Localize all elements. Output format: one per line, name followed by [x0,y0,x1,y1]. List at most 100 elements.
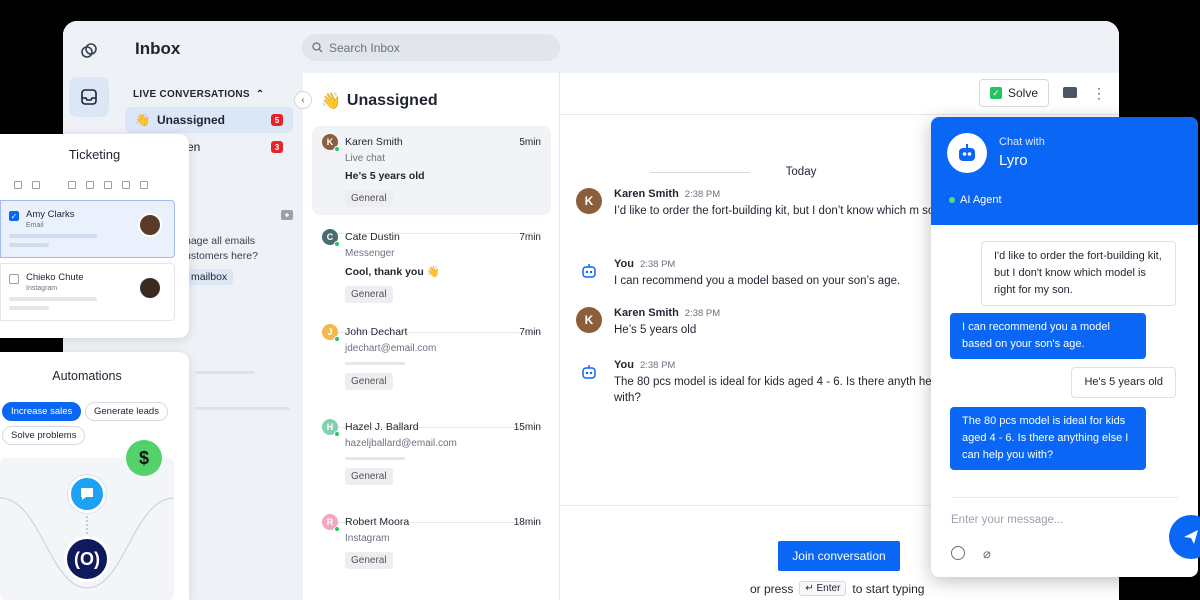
conversation-item[interactable]: C Cate Dustin 7min Messenger Cool, thank… [312,221,551,311]
online-dot-icon [949,197,955,203]
avatar: K [322,134,340,152]
contact-name: Robert Moora [345,516,410,528]
contact-name: Karen Smith [345,136,403,148]
chat-message: You 2:38 PM I can recommend you a model b… [576,258,966,289]
nav-section-header[interactable]: LIVE CONVERSATIONS ⌃ [133,89,265,100]
user-bubble: I'd like to order the fort-building kit,… [981,241,1176,306]
conversation-time: 7min [519,231,541,243]
ticket-name: Chieko Chute [26,272,84,283]
nav-item-label: en [187,140,201,154]
message-author: You [614,359,634,371]
check-icon: ✓ [989,87,1002,99]
chat-message: You 2:38 PM The 80 pcs model is ideal for… [576,359,966,406]
avatar: H [322,419,340,437]
list-title: 👋 Unassigned [321,91,438,111]
conversation-preview: Cool, thank you 👋 [345,266,440,278]
message-text: He’s 5 years old [614,324,697,336]
placeholder-bar [345,457,405,460]
join-conversation-button[interactable]: Join conversation [778,541,900,571]
chat-node-icon[interactable] [68,475,106,513]
bot-bubble: I can recommend you a model based on you… [950,313,1146,359]
lyro-bot-icon [947,133,987,173]
avatar: J [322,324,340,342]
ticketing-card: Ticketing ✓ Amy Clarks Email Chieko Chut… [0,134,189,338]
chevron-left-icon: ‹ [301,94,305,106]
chevron-up-icon: ⌃ [255,89,265,100]
toolbar-icon[interactable] [68,181,76,189]
avatar-initial: C [326,232,334,242]
ticket-icon[interactable] [1063,87,1077,98]
chat-message: K Karen Smith 2:38 PM He’s 5 years old [576,307,966,338]
avatar [138,213,162,237]
placeholder-bar [195,371,255,374]
enter-key: ↵ Enter [799,581,847,596]
lyro-subtitle: Chat with [999,136,1045,148]
placeholder-bar [9,306,49,310]
conversation-item[interactable]: H Hazel J. Ballard 15min hazeljballard@e… [312,411,551,493]
ticket-item[interactable]: ✓ Amy Clarks Email [0,200,175,258]
avatar: R [322,514,340,532]
nav-section-label: LIVE CONVERSATIONS [133,89,250,100]
conversation-time: 15min [513,421,541,433]
lyro-title: Lyro [999,152,1028,169]
conversation-list: ‹ 👋 Unassigned K Karen Smith 5min Live c… [294,73,560,600]
bot-node-icon[interactable]: (O) [64,536,110,582]
search-placeholder: Search Inbox [329,40,400,55]
pill-increase-sales[interactable]: Increase sales [2,402,82,421]
automations-card: Automations Increase sales Generate lead… [0,352,189,600]
connect-mailbox-link[interactable]: mailbox [185,269,234,285]
conversation-source: jdechart@email.com [345,343,437,354]
avatar-initial: H [326,422,334,432]
bot-icon [576,359,602,385]
conversation-item[interactable]: R Robert Moora 18min Instagram General [312,506,551,577]
ticket-item[interactable]: Chieko Chute Instagram [0,263,175,321]
logo-icon [81,43,97,58]
toolbar-icon[interactable] [122,181,130,189]
pill-solve-problems[interactable]: Solve problems [2,426,86,445]
inbox-nav-button[interactable] [69,77,109,117]
dollar-icon: $ [126,440,162,476]
search-input[interactable]: Search Inbox [302,34,560,61]
conversation-item[interactable]: J John Dechart 7min jdechart@email.com G… [312,316,551,398]
attachment-icon[interactable]: ⌀ [983,546,991,562]
message-text: I’d like to order the fort-building kit,… [614,205,944,217]
toolbar-icon[interactable] [32,181,40,189]
more-options-icon[interactable]: ⋮ [1092,86,1106,100]
conversation-tag: General [345,373,393,390]
collapse-button[interactable]: ‹ [294,91,312,109]
press-enter-hint: or press ↵ Enter to start typing [750,581,924,596]
conversation-tag: General [345,286,393,303]
message-time: 2:38 PM [639,360,676,371]
avatar: C [322,229,340,247]
conversation-tag: General [345,552,393,569]
ticket-icon[interactable] [281,210,293,220]
avatar: K [576,307,602,333]
nav-item-unassigned[interactable]: 👋 Unassigned 5 [125,107,293,133]
message-input[interactable]: Enter your message... [951,514,1064,526]
ticket-checkbox[interactable]: ✓ [9,211,19,221]
pill-generate-leads[interactable]: Generate leads [85,402,168,421]
contact-name: John Dechart [345,326,408,338]
ticket-name: Amy Clarks [26,209,75,220]
message-text: I can recommend you a model based on you… [614,275,901,287]
message-time: 2:38 PM [684,308,721,319]
avatar-initial: K [326,137,334,147]
trash-icon[interactable] [140,181,148,189]
ticket-checkbox[interactable] [9,274,19,284]
lyro-chat-widget: Chat with Lyro AI Agent I'd like to orde… [931,117,1198,577]
emoji-icon[interactable] [951,546,965,560]
toolbar-icon[interactable] [14,181,22,189]
top-bar: Inbox Search Inbox [115,21,1119,73]
hint-text: to start typing [852,581,925,596]
solve-button[interactable]: ✓ Solve [979,79,1049,107]
ai-agent-status: AI Agent [949,194,1002,206]
ticket-source: Instagram [26,285,58,292]
toolbar-icon[interactable] [104,181,112,189]
toolbar-icon[interactable] [86,181,94,189]
conversation-item[interactable]: K Karen Smith 5min Live chat He’s 5 year… [312,126,551,215]
search-icon [312,42,323,53]
avatar: K [576,188,602,214]
placeholder-bar [9,297,97,301]
ticket-source: Email [26,222,44,229]
conversation-source: Live chat [345,153,386,164]
